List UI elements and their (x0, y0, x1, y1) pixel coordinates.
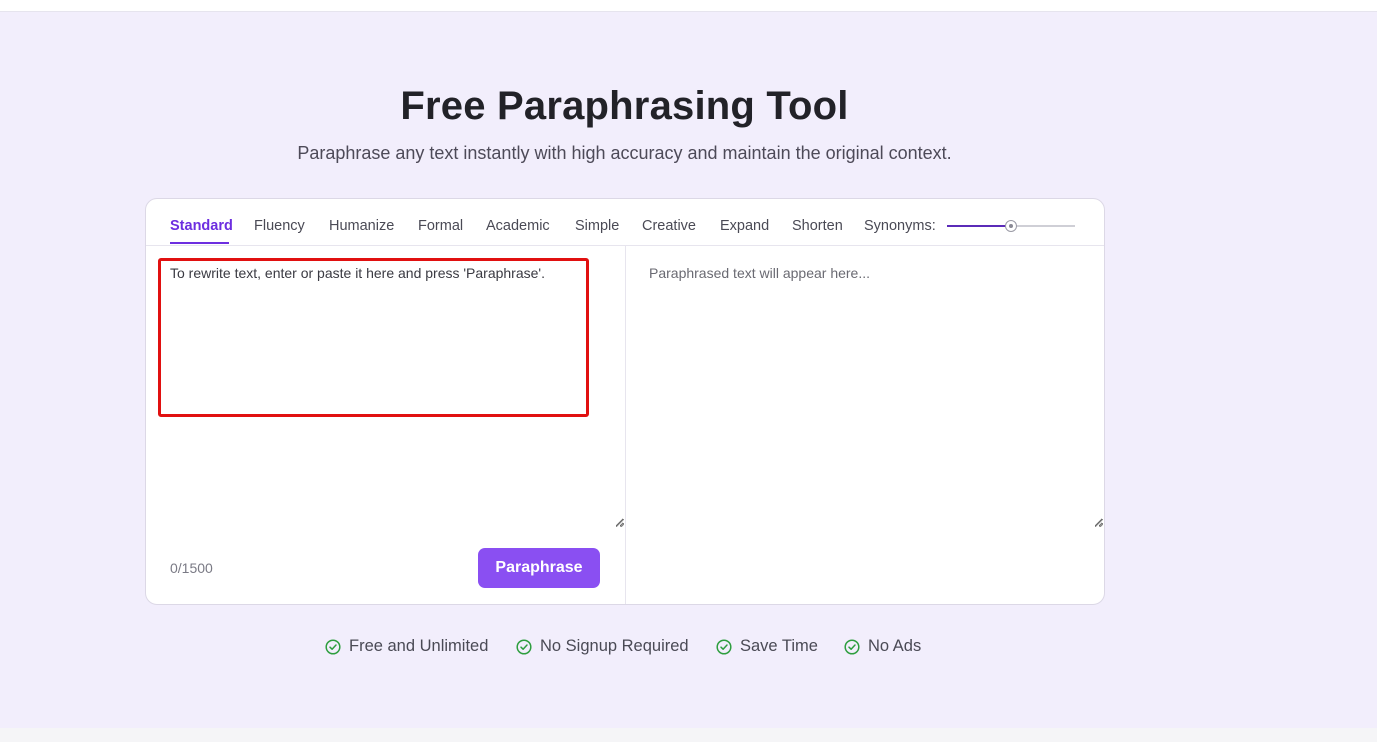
synonyms-label: Synonyms: (864, 218, 936, 234)
feature-label: No Signup Required (540, 637, 689, 655)
feature-label: Free and Unlimited (349, 637, 489, 655)
check-circle-icon (844, 638, 860, 655)
page-subtitle: Paraphrase any text instantly with high … (297, 143, 952, 163)
tab-academic[interactable]: Academic (486, 218, 550, 234)
check-circle-icon (325, 638, 341, 655)
check-circle-icon (516, 638, 532, 655)
check-circle-icon (716, 638, 732, 655)
tab-expand[interactable]: Expand (720, 218, 769, 234)
input-text-field[interactable] (158, 257, 624, 527)
tab-standard[interactable]: Standard (170, 218, 233, 234)
feature-item: Save Time (716, 637, 818, 656)
feature-item: No Ads (844, 637, 921, 656)
page-title: Free Paraphrasing Tool (400, 84, 849, 128)
tab-humanize[interactable]: Humanize (329, 218, 394, 234)
mode-tabs: Standard Fluency Humanize Formal Academi… (146, 199, 1104, 246)
top-bar (0, 0, 1377, 12)
slider-fill (947, 225, 1011, 227)
synonyms-slider[interactable] (947, 220, 1077, 232)
paraphraser-card: Standard Fluency Humanize Formal Academi… (145, 198, 1105, 605)
paraphrase-button[interactable]: Paraphrase (478, 548, 600, 588)
tab-shorten[interactable]: Shorten (792, 218, 843, 234)
feature-item: No Signup Required (516, 637, 689, 656)
tab-formal[interactable]: Formal (418, 218, 463, 234)
tab-creative[interactable]: Creative (642, 218, 696, 234)
feature-item: Free and Unlimited (325, 637, 488, 656)
slider-thumb[interactable] (1005, 220, 1017, 232)
tab-simple[interactable]: Simple (575, 218, 619, 234)
editor-divider (625, 245, 626, 604)
bottom-strip (0, 728, 1377, 742)
feature-label: No Ads (868, 637, 922, 655)
character-counter: 0/1500 (170, 560, 213, 576)
tab-fluency[interactable]: Fluency (254, 218, 305, 234)
feature-list: Free and Unlimited No Signup Required Sa… (0, 637, 1377, 659)
output-text-field[interactable] (637, 257, 1103, 527)
active-tab-underline (170, 242, 229, 244)
feature-label: Save Time (740, 637, 818, 655)
